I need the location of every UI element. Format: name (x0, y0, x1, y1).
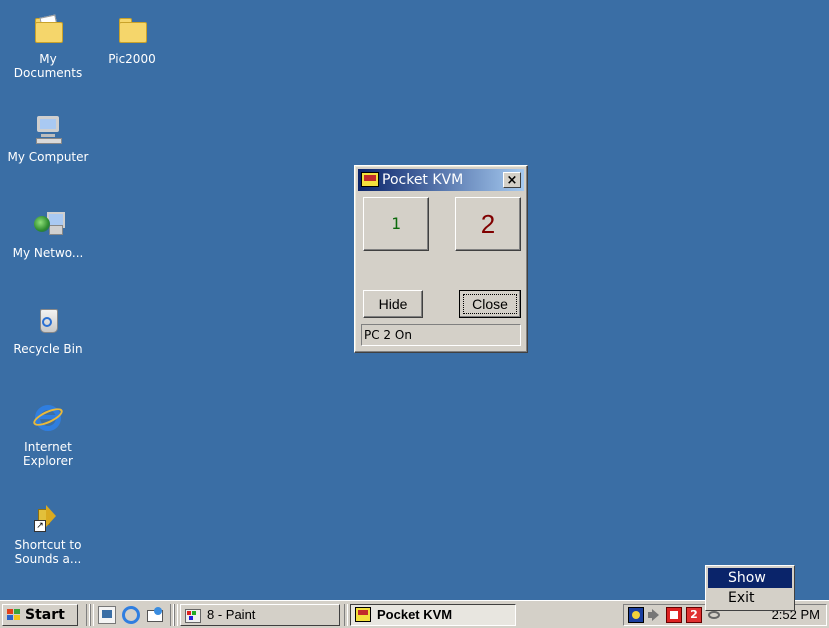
desktop-icon-my-documents[interactable]: My Documents (4, 14, 92, 80)
desktop-icon-label: My Documents (13, 52, 83, 80)
desktop-icon-pic2000[interactable]: Pic2000 (88, 14, 176, 66)
desktop-icon-label: My Netwo... (12, 246, 84, 260)
desktop-icon-label: Pic2000 (108, 52, 156, 66)
recycle-bin-icon (32, 304, 64, 336)
show-desktop-icon[interactable] (98, 606, 116, 624)
taskbar-separator (344, 604, 348, 626)
pc2-button[interactable]: 2 (455, 197, 521, 251)
menu-item-show[interactable]: Show (708, 568, 792, 588)
desktop: My Documents Pic2000 My Computer My Netw… (0, 0, 829, 611)
pocket-kvm-window: Pocket KVM × 1 2 Hide Close PC 2 On (354, 165, 528, 353)
tray-context-menu: Show Exit (705, 565, 795, 611)
desktop-icon-internet-explorer[interactable]: Internet Explorer (4, 402, 92, 468)
desktop-icon-label: Shortcut to Sounds a... (14, 538, 82, 566)
taskbar-separator (174, 604, 178, 626)
taskbar-item-pocket-kvm[interactable]: Pocket KVM (350, 604, 516, 626)
menu-item-exit[interactable]: Exit (708, 588, 792, 608)
app-icon (361, 172, 379, 187)
display-settings-icon[interactable] (666, 607, 682, 623)
speaker-shortcut-icon: ↗ (32, 500, 64, 532)
outlook-express-icon[interactable] (146, 606, 164, 624)
network-activity-icon[interactable] (628, 607, 644, 623)
pocket-kvm-icon (355, 607, 371, 622)
start-label: Start (25, 607, 65, 623)
paint-icon (185, 607, 201, 623)
desktop-icon-my-network[interactable]: My Netwo... (4, 208, 92, 260)
desktop-icon-shortcut-sounds[interactable]: ↗ Shortcut to Sounds a... (4, 500, 92, 566)
status-bar: PC 2 On (361, 324, 521, 346)
windows-logo-icon (7, 609, 21, 621)
task-label: 8 - Paint (207, 607, 256, 622)
task-label: Pocket KVM (377, 607, 453, 622)
desktop-icon-label: Recycle Bin (13, 342, 83, 356)
computer-icon (32, 112, 64, 144)
taskbar-item-paint[interactable]: 8 - Paint (180, 604, 340, 626)
volume-icon[interactable] (646, 607, 662, 623)
desktop-icon-recycle-bin[interactable]: Recycle Bin (4, 304, 92, 356)
start-button[interactable]: Start (2, 604, 78, 626)
folder-icon (116, 14, 148, 46)
desktop-icon-my-computer[interactable]: My Computer (4, 112, 92, 164)
network-icon (32, 208, 65, 240)
internet-explorer-icon (30, 402, 66, 434)
taskbar-separator (90, 604, 94, 626)
window-title: Pocket KVM (382, 172, 464, 188)
close-button[interactable]: Close (459, 290, 521, 318)
hide-button[interactable]: Hide (363, 290, 423, 318)
folder-documents-icon (32, 14, 64, 46)
window-close-button[interactable]: × (503, 172, 521, 188)
title-bar[interactable]: Pocket KVM × (358, 169, 524, 191)
pc1-button[interactable]: 1 (363, 197, 429, 251)
internet-explorer-quicklaunch-icon[interactable] (122, 606, 140, 624)
desktop-icon-label: Internet Explorer (23, 440, 73, 468)
pocket-kvm-tray-icon[interactable]: 2 (686, 607, 702, 623)
desktop-icon-label: My Computer (7, 150, 89, 164)
